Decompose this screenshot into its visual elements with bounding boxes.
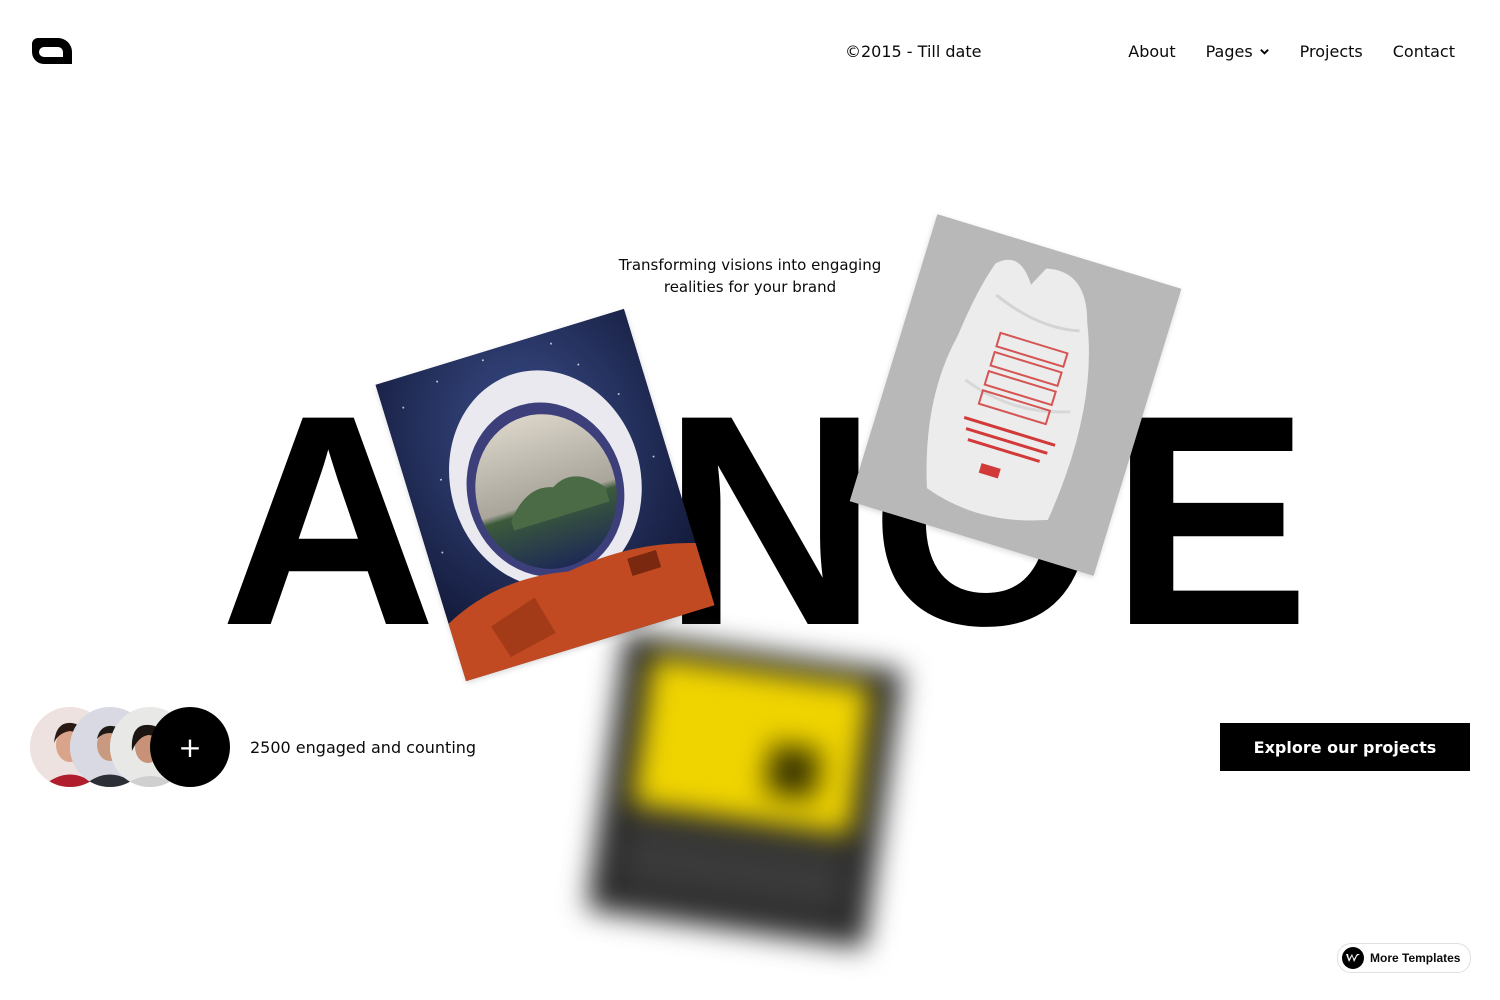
brand-logo[interactable]	[30, 36, 74, 66]
more-templates-badge[interactable]: More Templates	[1337, 943, 1472, 973]
copyright-text: ©2015 - Till date	[845, 42, 982, 61]
add-button[interactable]: +	[150, 707, 230, 787]
astronaut-image	[375, 308, 715, 682]
nav-contact[interactable]: Contact	[1393, 42, 1455, 61]
wordmark-letter-n: N	[662, 352, 879, 688]
plus-icon: +	[178, 730, 202, 764]
nav-projects[interactable]: Projects	[1300, 42, 1363, 61]
nav-pages-label: Pages	[1205, 42, 1253, 61]
tagline-line-2: realities for your brand	[663, 278, 837, 296]
webflow-icon	[1342, 947, 1364, 969]
tagline-line-1: Transforming visions into engaging	[618, 256, 882, 274]
blurred-magazine-image	[586, 631, 904, 949]
nav-pages[interactable]: Pages	[1206, 42, 1270, 61]
engaged-count-text: 2500 engaged and counting	[250, 738, 477, 757]
customer-avatars: +	[30, 707, 230, 787]
chevron-down-icon	[1259, 49, 1269, 55]
more-templates-label: More Templates	[1370, 951, 1461, 965]
nav-about[interactable]: About	[1128, 42, 1175, 61]
hero-tagline: Transforming visions into engaging reali…	[600, 254, 900, 298]
explore-projects-button[interactable]: Explore our projects	[1220, 723, 1470, 771]
main-nav: About Pages Projects Contact	[1128, 42, 1455, 61]
